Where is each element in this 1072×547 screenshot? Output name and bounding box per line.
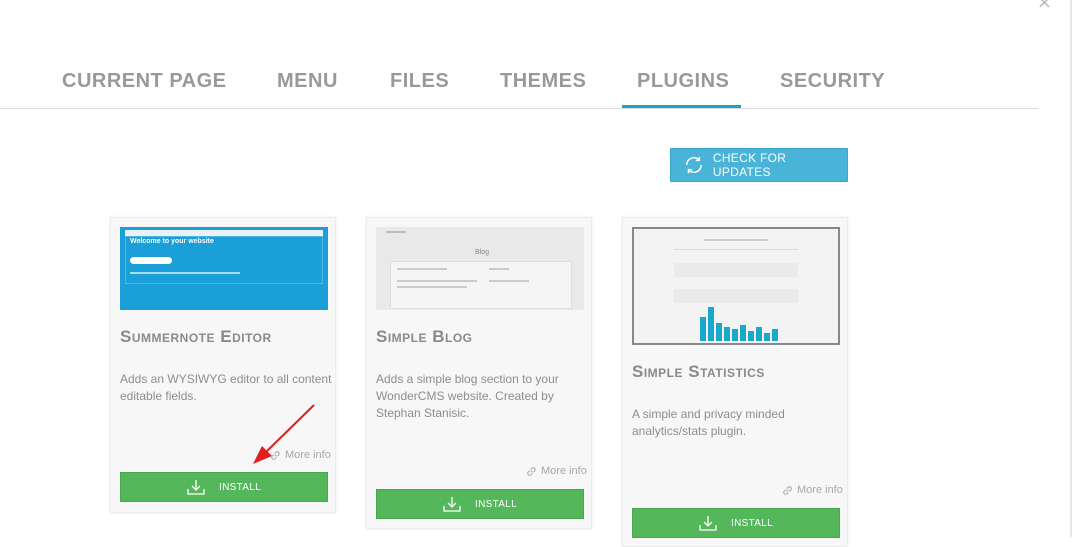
install-label: INSTALL xyxy=(731,517,773,529)
tab-themes[interactable]: THEMES xyxy=(500,70,586,93)
download-icon xyxy=(187,480,205,495)
tab-security[interactable]: SECURITY xyxy=(780,70,885,93)
plugin-description: Adds an WYSIWYG editor to all content ed… xyxy=(120,372,332,403)
plugin-description: A simple and privacy minded analytics/st… xyxy=(632,407,785,438)
active-tab-indicator xyxy=(622,105,741,108)
plugin-card-simple-statistics: Simple Statistics A simple and privacy m… xyxy=(622,217,848,547)
more-info-label: More info xyxy=(541,465,587,477)
plugin-thumbnail xyxy=(632,227,840,345)
more-info-label: More info xyxy=(797,484,843,496)
tab-current-page[interactable]: CURRENT PAGE xyxy=(62,70,227,93)
link-icon xyxy=(271,450,280,460)
more-info-link[interactable]: More info xyxy=(526,465,587,477)
tab-files[interactable]: FILES xyxy=(390,70,449,93)
install-label: INSTALL xyxy=(219,481,261,493)
tab-menu[interactable]: MENU xyxy=(277,70,338,93)
more-info-link[interactable]: More info xyxy=(782,484,843,496)
plugin-title: Simple Blog xyxy=(376,327,473,346)
install-button[interactable]: INSTALL xyxy=(120,472,328,502)
plugin-description: Adds a simple blog section to your Wonde… xyxy=(376,372,559,420)
statistics-preview-image xyxy=(634,229,838,343)
plugin-card-summernote: Welcome to your website Summernote Edito… xyxy=(110,217,336,513)
plugin-thumbnail: Welcome to your website xyxy=(120,227,328,310)
plugin-title: Simple Statistics xyxy=(632,362,765,381)
check-for-updates-label: CHECK FOR UPDATES xyxy=(712,151,787,179)
more-info-link[interactable]: More info xyxy=(270,449,331,461)
thumbnail-heading: Welcome to your website xyxy=(130,238,214,245)
check-for-updates-button[interactable]: CHECK FOR UPDATES xyxy=(670,148,848,182)
install-button[interactable]: INSTALL xyxy=(632,508,840,538)
plugin-title: Summernote Editor xyxy=(120,327,272,346)
tab-bar: CURRENT PAGE MENU FILES THEMES PLUGINS S… xyxy=(0,56,1038,109)
more-info-label: More info xyxy=(285,449,331,461)
download-icon xyxy=(699,516,717,531)
plugin-thumbnail: Blog xyxy=(376,227,584,310)
link-icon xyxy=(527,466,536,476)
plugin-card-simple-blog: Blog Simple Blog Adds a simple blog sect… xyxy=(366,217,592,529)
close-icon[interactable]: × xyxy=(1037,0,1052,13)
tab-plugins[interactable]: PLUGINS xyxy=(637,70,729,93)
install-button[interactable]: INSTALL xyxy=(376,489,584,519)
link-icon xyxy=(783,485,792,495)
thumbnail-heading: Blog xyxy=(475,249,490,256)
install-label: INSTALL xyxy=(475,498,517,510)
refresh-icon xyxy=(685,156,702,174)
download-icon xyxy=(443,497,461,512)
